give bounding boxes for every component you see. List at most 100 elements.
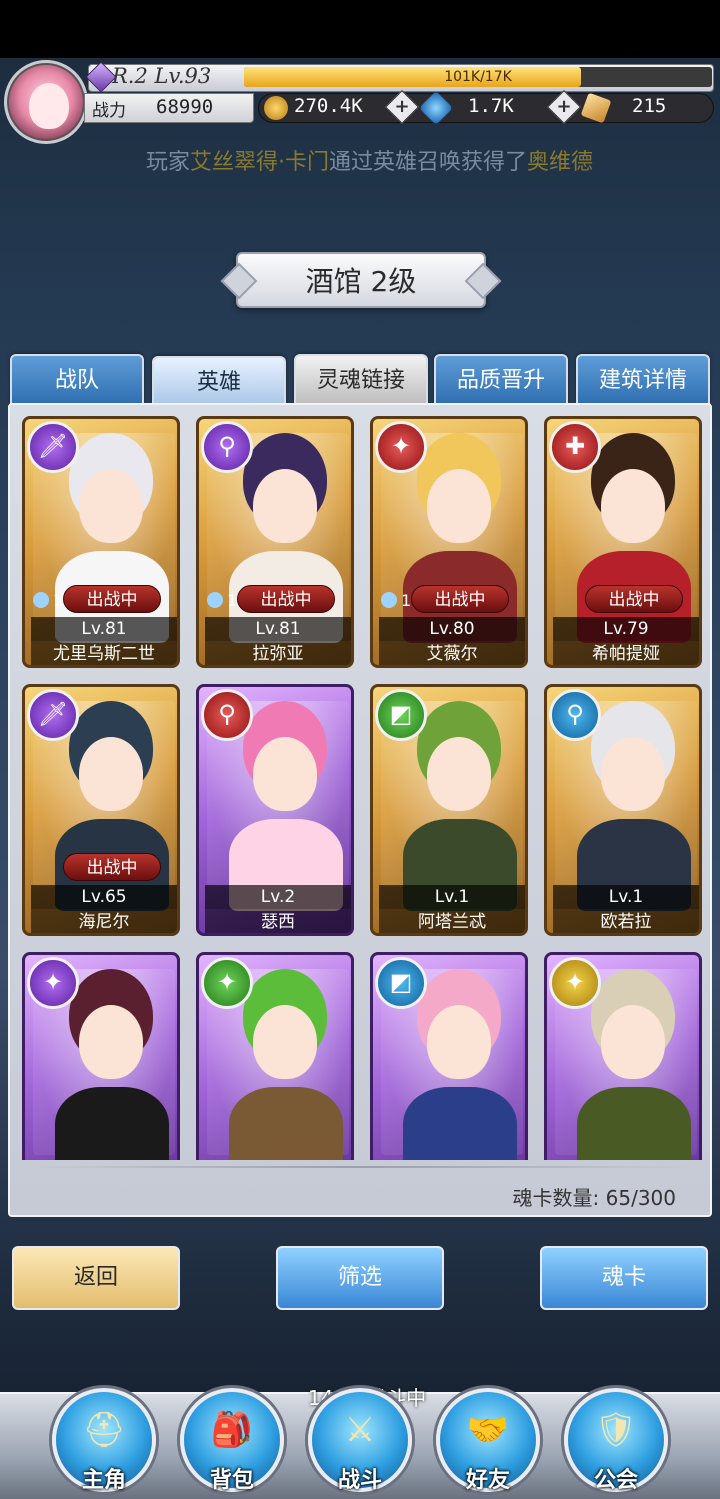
hero-level: Lv.81: [31, 617, 177, 641]
backpack-icon: 🎒: [210, 1410, 254, 1450]
ticker-player: 艾丝翠得·卡门: [190, 150, 330, 175]
hero-class-icon: ⚲: [549, 689, 601, 741]
tab-building-details[interactable]: 建筑详情: [576, 354, 710, 404]
hero-level: Lv.81: [205, 617, 351, 641]
hero-card[interactable]: ◩ Lv.1 阿塔兰忒: [370, 684, 528, 936]
status-bar-background: [0, 0, 720, 58]
hero-name: 希帕提娅: [553, 641, 699, 665]
hero-class-icon: ⚲: [201, 689, 253, 741]
gold-amount: 270.4K: [294, 95, 363, 117]
deployed-badge: 出战中: [63, 585, 161, 613]
hero-portrait-face: [427, 737, 491, 811]
tab-heroes[interactable]: 英雄: [152, 356, 286, 406]
soul-icon: [33, 592, 49, 608]
page-title: 酒馆 2级: [305, 265, 417, 298]
hero-class-icon: ◩: [375, 957, 427, 1009]
tab-label: 灵魂链接: [316, 368, 405, 393]
hero-level: Lv.65: [31, 885, 177, 909]
deployed-badge: 出战中: [585, 585, 683, 613]
hero-card[interactable]: ⚲ 出战中 1 Lv.81 拉弥亚: [196, 416, 354, 668]
soul-icon: [207, 592, 223, 608]
nav-label: 背包: [209, 1468, 254, 1493]
tab-soul-link[interactable]: 灵魂链接: [294, 354, 428, 404]
soul-card-button[interactable]: 魂卡: [540, 1246, 708, 1310]
hero-class-icon: 🗡: [27, 421, 79, 473]
hero-portrait-body: [55, 1087, 169, 1160]
hero-card[interactable]: ✚ 出战中 Lv.79 希帕提娅: [544, 416, 702, 668]
hero-portrait-face: [601, 469, 665, 543]
tab-label: 战队: [54, 368, 99, 393]
hero-card[interactable]: ⚲ Lv.1 欧若拉: [544, 684, 702, 936]
hero-portrait-face: [79, 737, 143, 811]
ticket-amount: 215: [632, 95, 667, 117]
broadcast-ticker: 玩家艾丝翠得·卡门通过英雄召唤获得了奥维德: [146, 144, 666, 176]
hero-class-icon: ✦: [549, 957, 601, 1009]
hero-card[interactable]: ✦: [544, 952, 702, 1160]
hero-portrait-face: [79, 469, 143, 543]
soul-icon: [381, 592, 397, 608]
hero-portrait-face: [427, 1005, 491, 1079]
hero-card[interactable]: 🗡 出战中 1 Lv.81 尤里乌斯二世: [22, 416, 180, 668]
soul-link-count: 1: [207, 589, 251, 613]
tab-team[interactable]: 战队: [10, 354, 144, 404]
hero-name: 尤里乌斯二世: [31, 641, 177, 665]
hero-level: Lv.80: [379, 617, 525, 641]
power-value: 68990: [156, 96, 214, 118]
hero-card[interactable]: 🗡 出战中 Lv.65 海尼尔: [22, 684, 180, 936]
exp-text: 101K/17K: [444, 69, 512, 85]
hero-portrait-face: [253, 1005, 317, 1079]
gold-coin-icon: [264, 96, 288, 120]
hero-level: Lv.1: [379, 885, 525, 909]
hero-class-icon: ◩: [375, 689, 427, 741]
hero-portrait-face: [253, 737, 317, 811]
hero-class-icon: 🗡: [27, 689, 79, 741]
hero-name: 拉弥亚: [205, 641, 351, 665]
power-label: 战力: [92, 101, 126, 121]
helmet-icon: ⛑: [82, 1410, 126, 1450]
hero-portrait-body: [229, 1087, 343, 1160]
deployed-badge: 出战中: [63, 853, 161, 881]
filter-button[interactable]: 筛选: [276, 1246, 444, 1310]
swords-icon: ⚔: [344, 1410, 376, 1450]
hero-portrait-body: [577, 1087, 691, 1160]
soul-card-count: 魂卡数量: 65/300: [512, 1186, 676, 1210]
hero-level: Lv.1: [553, 885, 699, 909]
tab-label: 建筑详情: [598, 368, 687, 393]
nav-label: 好友: [465, 1468, 510, 1493]
hero-card[interactable]: ◩: [370, 952, 528, 1160]
nav-label: 战斗: [337, 1468, 382, 1493]
tab-quality-upgrade[interactable]: 品质晋升: [434, 354, 568, 404]
hero-portrait-face: [79, 1005, 143, 1079]
player-level: R.2 Lv.93: [112, 64, 212, 88]
soul-count-value: 1: [53, 591, 64, 610]
hero-class-icon: ✦: [27, 957, 79, 1009]
hero-card[interactable]: ✦: [22, 952, 180, 1160]
hero-name: 阿塔兰忒: [379, 909, 525, 933]
soul-link-count: 1: [381, 589, 425, 613]
handshake-icon: 🤝: [466, 1410, 510, 1450]
guild-crest-icon: 🛡: [594, 1410, 638, 1450]
hero-class-icon: ✚: [549, 421, 601, 473]
hero-class-icon: ✦: [375, 421, 427, 473]
hero-card[interactable]: ✦: [196, 952, 354, 1160]
hero-class-icon: ✦: [201, 957, 253, 1009]
player-avatar[interactable]: [4, 60, 88, 144]
deployed-badge: 出战中: [237, 585, 335, 613]
back-button[interactable]: 返回: [12, 1246, 180, 1310]
soul-count-value: 1: [227, 591, 238, 610]
ticker-hero: 奥维德: [527, 150, 594, 175]
tab-label: 品质晋升: [456, 368, 545, 393]
avatar-face: [29, 83, 69, 129]
hero-card-grid[interactable]: 🗡 出战中 1 Lv.81 尤里乌斯二世 ⚲ 出战中 1 Lv.81 拉弥亚 ✦ 出战中 1 Lv.80 艾…: [14, 410, 706, 1160]
ticker-mid: 通过英雄召唤获得了: [329, 150, 528, 175]
diamond-amount: 1.7K: [468, 95, 514, 117]
hero-name: 艾薇尔: [379, 641, 525, 665]
deployed-badge: 出战中: [411, 585, 509, 613]
hero-portrait-body: [403, 1087, 517, 1160]
soul-link-count: 1: [33, 589, 77, 613]
hero-card[interactable]: ✦ 出战中 1 Lv.80 艾薇尔: [370, 416, 528, 668]
nav-label: 主角: [81, 1468, 126, 1493]
hero-level: Lv.79: [553, 617, 699, 641]
hero-card[interactable]: ⚲ Lv.2 瑟西: [196, 684, 354, 936]
hero-class-icon: ⚲: [201, 421, 253, 473]
